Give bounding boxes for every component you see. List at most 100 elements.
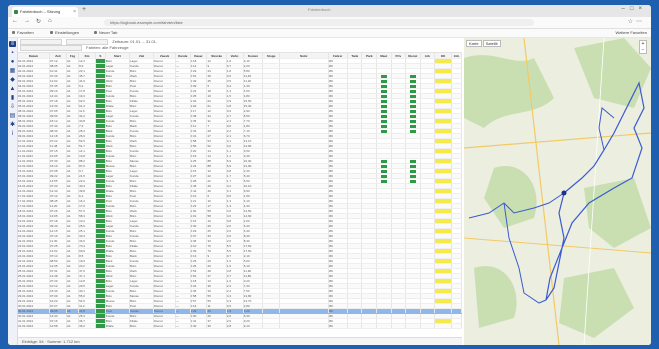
home-icon[interactable]: ⌂	[48, 18, 52, 24]
table-cell	[405, 323, 421, 329]
status-mark-icon	[409, 124, 416, 128]
zoom-out-button[interactable]: −	[640, 47, 646, 53]
status-mark-icon	[380, 114, 387, 118]
status-mark-icon	[409, 104, 416, 108]
table-cell	[391, 323, 407, 329]
car-icon[interactable]: ▪	[9, 50, 16, 56]
vehicle-filter-field[interactable]	[20, 45, 82, 51]
app-content: ≡ ▪ ● ▦ ◆ ▲ ▮ ⇩ ▤ ✱ i Zeitraum: 01.01. –…	[8, 38, 651, 345]
info-icon[interactable]: i	[9, 131, 16, 137]
status-mark-icon	[380, 94, 387, 98]
status-bar: Einträge: 54 · Summe: 1.712 km	[18, 337, 462, 345]
map-view-button[interactable]: Karte	[466, 40, 482, 47]
status-mark-icon	[380, 169, 387, 173]
status-mark-icon	[409, 109, 416, 113]
browser-window: Fahrtenbuch – Sitzung × + Fahrtenbuch –□…	[8, 5, 651, 345]
url-field[interactable]: https://logbook.example.com/fahrten/list…	[104, 19, 534, 26]
window-title: Fahrtenbuch	[308, 7, 331, 12]
table-cell	[95, 323, 106, 329]
route-map[interactable]: Karte Satellit + −	[464, 38, 651, 345]
map-canvas[interactable]	[464, 38, 651, 345]
trips-table-container[interactable]: Datum Zeit Fzg Km S Start Ziel Zweck Kunde Dauer S…	[18, 53, 462, 337]
status-mark-icon	[380, 179, 387, 183]
bookmark-icon	[94, 31, 97, 35]
status-mark-icon	[380, 129, 387, 133]
bookmark-item-0[interactable]: Favoriten	[12, 29, 34, 37]
table-cell: Filiale	[105, 323, 130, 329]
status-mark-icon	[409, 89, 416, 93]
status-mark-icon	[380, 109, 387, 113]
browser-menu-icons[interactable]: ☆⋯	[628, 18, 645, 25]
bookmark-item-2[interactable]: Neuer Tab	[94, 29, 117, 37]
bookmark-item-other[interactable]: Weitere Favoriten	[616, 29, 648, 37]
table-cell	[376, 323, 392, 329]
status-mark-icon	[409, 94, 416, 98]
bookmark-item-1[interactable]: Einstellungen	[50, 29, 79, 37]
status-mark-icon	[409, 169, 416, 173]
table-cell: 36	[206, 323, 227, 329]
settings-icon[interactable]: ✱	[9, 122, 16, 128]
status-mark-icon	[380, 124, 387, 128]
table-row[interactable]: 31.01.2024 12:58 A1 36,2 Filiale Büro Dienst —0…	[18, 323, 462, 329]
fuel-icon[interactable]: ▮	[9, 95, 16, 101]
map-zoom-control: + −	[639, 40, 647, 54]
chart-icon[interactable]: ▲	[9, 86, 16, 92]
status-mark-icon	[380, 74, 387, 78]
date-range-label: Zeitraum: 01.01. – 31.01.	[112, 39, 157, 45]
forward-arrow-icon[interactable]: →	[24, 18, 30, 24]
table-cell: Dienst	[153, 323, 176, 329]
status-mark-icon	[380, 99, 387, 103]
new-tab-icon[interactable]: +	[82, 6, 86, 13]
status-mark-icon	[409, 174, 416, 178]
status-mark-icon	[409, 159, 416, 163]
location-marker-icon[interactable]	[561, 190, 567, 196]
vehicle-filter-label: Fahrten: alle Fahrzeuge	[86, 45, 129, 51]
status-mark-icon	[409, 99, 416, 103]
status-mark-icon	[409, 179, 416, 183]
print-icon[interactable]: ▤	[9, 113, 16, 119]
window-controls[interactable]: –□×	[622, 6, 647, 12]
status-mark-icon	[380, 119, 387, 123]
table-cell: A1	[66, 323, 80, 329]
status-mark-icon	[380, 104, 387, 108]
tab-title: Fahrtenbuch – Sitzung	[20, 9, 61, 14]
table-cell	[279, 323, 329, 329]
table-cell: MK	[328, 323, 348, 329]
table-cell: Büro	[129, 323, 155, 329]
satellite-view-button[interactable]: Satellit	[482, 40, 501, 47]
status-mark-icon	[380, 159, 387, 163]
reload-icon[interactable]: ↻	[36, 18, 41, 25]
bookmark-icon	[50, 31, 53, 35]
browser-tab-active[interactable]: Fahrtenbuch – Sitzung ×	[12, 7, 78, 17]
table-cell	[347, 323, 363, 329]
table-cell	[361, 323, 377, 329]
trips-table: Datum Zeit Fzg Km S Start Ziel Zweck Kunde Dauer S…	[18, 53, 462, 329]
app-sidebar: ≡ ▪ ● ▦ ◆ ▲ ▮ ⇩ ▤ ✱ i	[8, 38, 18, 345]
table-cell: 31.01.2024	[18, 323, 50, 329]
table-cell: —	[175, 323, 191, 329]
status-mark-icon	[409, 79, 416, 83]
calendar-icon[interactable]: ▦	[9, 68, 16, 74]
status-mark-icon	[409, 84, 416, 88]
status-mark-icon	[409, 129, 416, 133]
status-mark-icon	[409, 114, 416, 118]
status-mark-icon	[409, 74, 416, 78]
address-bar: ← → ↻ ⌂ https://logbook.example.com/fahr…	[8, 17, 651, 29]
filter-toolbar: Zeitraum: 01.01. – 31.01. Fahrten: alle …	[18, 38, 462, 53]
app-favicon-icon	[14, 10, 18, 14]
table-cell: 2,8	[226, 323, 244, 329]
bookmark-icon	[12, 31, 15, 35]
status-mark-icon	[380, 164, 387, 168]
table-cell	[420, 323, 436, 329]
table-cell: 0:40	[190, 323, 208, 329]
status-mark-icon	[380, 174, 387, 178]
status-mark-icon	[380, 84, 387, 88]
back-arrow-icon[interactable]: ←	[12, 18, 18, 24]
map-icon[interactable]: ◆	[9, 77, 16, 83]
list-icon[interactable]: ≡	[9, 41, 16, 47]
export-icon[interactable]: ⇩	[9, 104, 16, 110]
table-cell	[434, 323, 453, 329]
user-icon[interactable]: ●	[9, 59, 16, 65]
close-tab-icon[interactable]: ×	[73, 7, 76, 17]
tab-strip: Fahrtenbuch – Sitzung × + Fahrtenbuch –□…	[8, 5, 651, 17]
